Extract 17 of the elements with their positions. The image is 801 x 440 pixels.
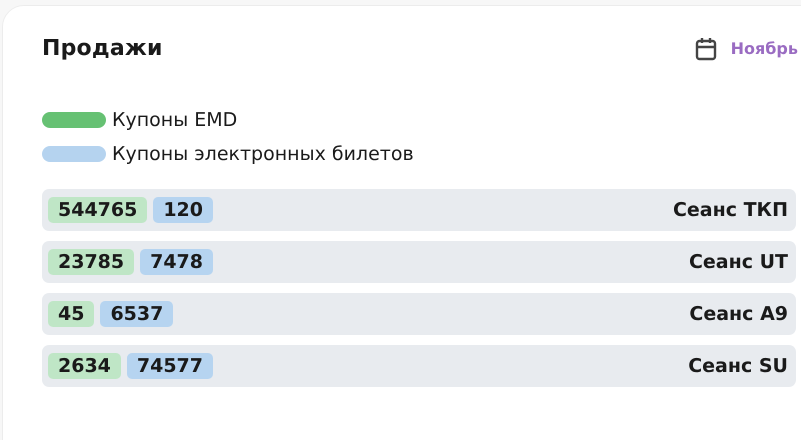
session-name: Сеанс UT (688, 251, 788, 273)
legend-label: Купоны EMD (112, 109, 238, 131)
ticket-count-badge: 74577 (126, 353, 213, 379)
calendar-icon[interactable] (694, 36, 717, 60)
emd-count-badge: 544765 (48, 197, 148, 223)
ticket-count-badge: 7478 (140, 249, 213, 275)
emd-count-badge: 23785 (48, 249, 134, 275)
ticket-count-badge: 6537 (100, 301, 174, 327)
emd-count-badge: 45 (48, 301, 94, 327)
ticket-count-badge: 120 (153, 197, 213, 223)
card-title: Продажи (42, 36, 163, 61)
month-selector[interactable]: Ноябрь (730, 39, 798, 58)
session-name: Сеанс SU (688, 355, 788, 377)
legend-label: Купоны электронных билетов (112, 143, 414, 165)
emd-count-badge: 2634 (48, 353, 121, 379)
session-name: Сеанс ТКП (672, 199, 788, 221)
session-name: Сеанс A9 (689, 303, 788, 325)
